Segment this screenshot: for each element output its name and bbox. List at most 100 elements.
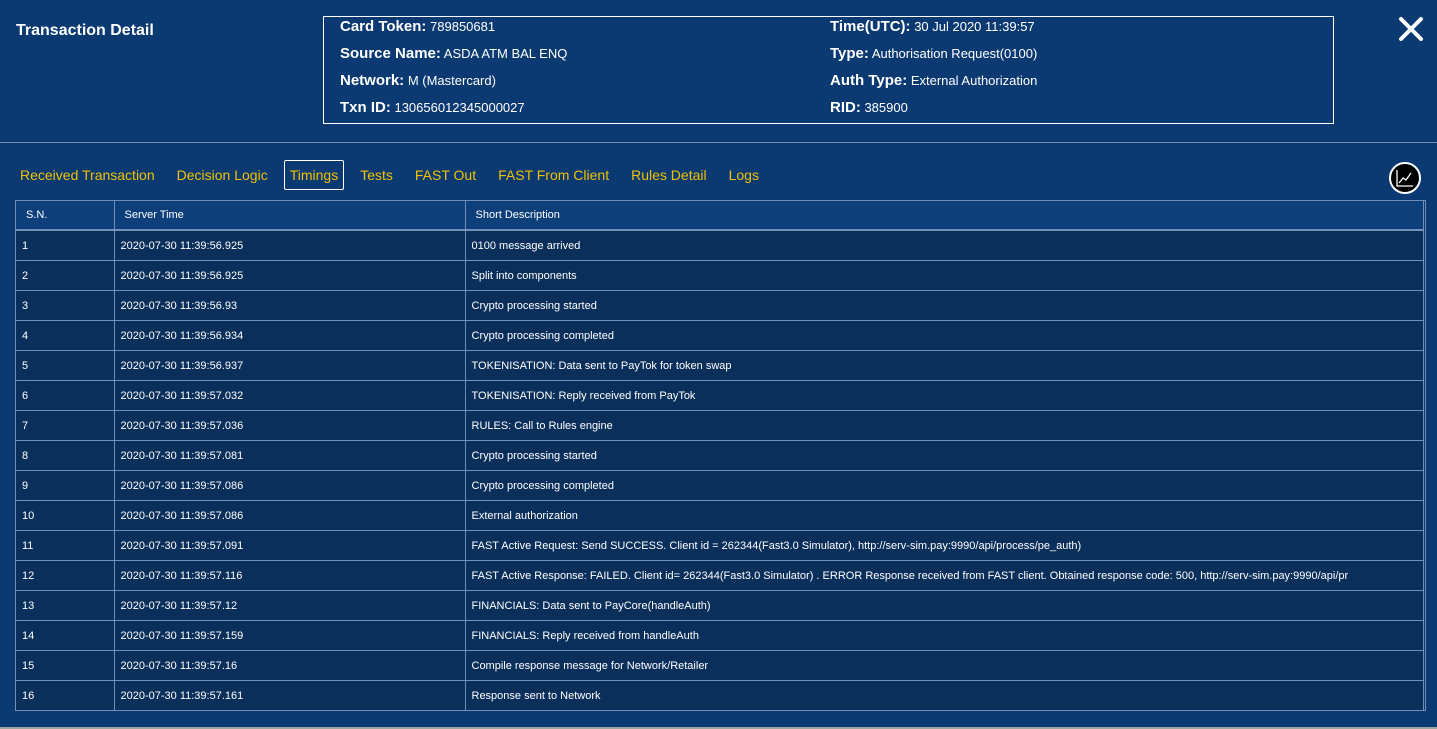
tab-logs[interactable]: Logs bbox=[723, 160, 765, 190]
auth-type-info: Auth Type: External Authorization bbox=[830, 72, 1037, 89]
cell-server-time: 2020-07-30 11:39:56.925 bbox=[114, 260, 466, 291]
chart-button[interactable] bbox=[1389, 162, 1421, 194]
timings-table: S.N. Server Time Short Description 1 2020… bbox=[16, 201, 1424, 710]
cell-sn: 15 bbox=[16, 650, 115, 681]
column-header-short-description[interactable]: Short Description bbox=[465, 201, 1424, 231]
cell-description: FINANCIALS: Reply received from handleAu… bbox=[465, 620, 1424, 651]
source-name-info: Source Name: ASDA ATM BAL ENQ bbox=[340, 45, 567, 62]
cell-description: FINANCIALS: Data sent to PayCore(handleA… bbox=[465, 590, 1424, 621]
time-value: 30 Jul 2020 11:39:57 bbox=[914, 19, 1035, 34]
table-row: 6 2020-07-30 11:39:57.032 TOKENISATION: Re… bbox=[16, 380, 1424, 411]
page-title: Transaction Detail bbox=[16, 22, 154, 39]
cell-sn: 12 bbox=[16, 560, 115, 591]
cell-sn: 2 bbox=[16, 260, 115, 291]
cell-sn: 13 bbox=[16, 590, 115, 621]
auth-type-value: External Authorization bbox=[910, 73, 1038, 88]
column-header-server-time[interactable]: Server Time bbox=[114, 201, 466, 231]
line-chart-icon bbox=[1396, 170, 1413, 187]
network-info: Network: M (Mastercard) bbox=[340, 72, 496, 89]
table-row: 15 2020-07-30 11:39:57.16 Compile response… bbox=[16, 650, 1424, 681]
cell-server-time: 2020-07-30 11:39:56.93 bbox=[114, 290, 466, 321]
tab-rules-detail[interactable]: Rules Detail bbox=[625, 160, 712, 190]
table-row: 1 2020-07-30 11:39:56.925 0100 message arr… bbox=[16, 230, 1424, 261]
table-header-row: S.N. Server Time Short Description bbox=[16, 201, 1424, 231]
cell-description: Crypto processing started bbox=[465, 290, 1424, 321]
cell-description: 0100 message arrived bbox=[465, 230, 1424, 261]
timings-table-container[interactable]: S.N. Server Time Short Description 1 2020… bbox=[15, 200, 1426, 711]
cell-sn: 1 bbox=[16, 230, 115, 261]
tab-decision-logic[interactable]: Decision Logic bbox=[171, 160, 274, 190]
cell-description: TOKENISATION: Reply received from PayTok bbox=[465, 380, 1424, 411]
cell-server-time: 2020-07-30 11:39:57.086 bbox=[114, 470, 466, 501]
cell-sn: 6 bbox=[16, 380, 115, 411]
cell-sn: 8 bbox=[16, 440, 115, 471]
table-row: 14 2020-07-30 11:39:57.159 FINANCIALS: Rep… bbox=[16, 620, 1424, 651]
header-divider bbox=[0, 142, 1437, 143]
cell-sn: 14 bbox=[16, 620, 115, 651]
cell-description: Crypto processing completed bbox=[465, 470, 1424, 501]
tab-received-transaction[interactable]: Received Transaction bbox=[14, 160, 161, 190]
tab-fast-from-client[interactable]: FAST From Client bbox=[492, 160, 615, 190]
tab-bar: Received Transaction Decision Logic Timi… bbox=[14, 158, 775, 192]
card-token-info: Card Token: 789850681 bbox=[340, 18, 495, 35]
cell-server-time: 2020-07-30 11:39:57.16 bbox=[114, 650, 466, 681]
cell-description: Response sent to Network bbox=[465, 680, 1424, 710]
source-name-label: Source Name: bbox=[340, 45, 441, 62]
cell-sn: 10 bbox=[16, 500, 115, 531]
cell-server-time: 2020-07-30 11:39:57.086 bbox=[114, 500, 466, 531]
cell-server-time: 2020-07-30 11:39:57.159 bbox=[114, 620, 466, 651]
time-info: Time(UTC): 30 Jul 2020 11:39:57 bbox=[830, 18, 1035, 35]
cell-sn: 9 bbox=[16, 470, 115, 501]
cell-server-time: 2020-07-30 11:39:57.12 bbox=[114, 590, 466, 621]
cell-server-time: 2020-07-30 11:39:56.925 bbox=[114, 230, 466, 261]
cell-server-time: 2020-07-30 11:39:57.116 bbox=[114, 560, 466, 591]
table-row: 12 2020-07-30 11:39:57.116 FAST Active Res… bbox=[16, 560, 1424, 591]
time-label: Time(UTC): bbox=[830, 18, 911, 35]
table-row: 5 2020-07-30 11:39:56.937 TOKENISATION: Da… bbox=[16, 350, 1424, 381]
cell-server-time: 2020-07-30 11:39:56.937 bbox=[114, 350, 466, 381]
network-label: Network: bbox=[340, 72, 405, 89]
cell-description: External authorization bbox=[465, 500, 1424, 531]
table-row: 4 2020-07-30 11:39:56.934 Crypto processin… bbox=[16, 320, 1424, 351]
tab-tests[interactable]: Tests bbox=[354, 160, 399, 190]
cell-sn: 4 bbox=[16, 320, 115, 351]
table-row: 3 2020-07-30 11:39:56.93 Crypto processing… bbox=[16, 290, 1424, 321]
txn-id-info: Txn ID: 130656012345000027 bbox=[340, 99, 525, 116]
cell-description: RULES: Call to Rules engine bbox=[465, 410, 1424, 441]
table-row: 2 2020-07-30 11:39:56.925 Split into compo… bbox=[16, 260, 1424, 291]
source-name-value: ASDA ATM BAL ENQ bbox=[443, 46, 568, 61]
network-value: M (Mastercard) bbox=[407, 73, 496, 88]
cell-sn: 11 bbox=[16, 530, 115, 561]
type-value: Authorisation Request(0100) bbox=[871, 46, 1038, 61]
cell-sn: 7 bbox=[16, 410, 115, 441]
card-token-label: Card Token: bbox=[340, 18, 427, 35]
header: Transaction Detail Card Token: 789850681… bbox=[0, 0, 1437, 142]
close-x-icon bbox=[1399, 17, 1423, 41]
cell-description: Crypto processing started bbox=[465, 440, 1424, 471]
txn-id-label: Txn ID: bbox=[340, 99, 391, 116]
cell-server-time: 2020-07-30 11:39:57.036 bbox=[114, 410, 466, 441]
cell-description: Crypto processing completed bbox=[465, 320, 1424, 351]
auth-type-label: Auth Type: bbox=[830, 72, 908, 89]
cell-description: FAST Active Request: Send SUCCESS. Clien… bbox=[465, 530, 1424, 561]
table-row: 13 2020-07-30 11:39:57.12 FINANCIALS: Data… bbox=[16, 590, 1424, 621]
tab-fast-out[interactable]: FAST Out bbox=[409, 160, 482, 190]
close-button[interactable] bbox=[1396, 14, 1426, 44]
tab-timings[interactable]: Timings bbox=[283, 160, 345, 190]
cell-server-time: 2020-07-30 11:39:57.081 bbox=[114, 440, 466, 471]
rid-value: 385900 bbox=[864, 100, 908, 115]
cell-sn: 3 bbox=[16, 290, 115, 321]
cell-sn: 16 bbox=[16, 680, 115, 710]
transaction-info-box: Card Token: 789850681 Source Name: ASDA … bbox=[323, 16, 1334, 124]
table-row: 7 2020-07-30 11:39:57.036 RULES: Call to R… bbox=[16, 410, 1424, 441]
rid-label: RID: bbox=[830, 99, 861, 116]
cell-description: Compile response message for Network/Ret… bbox=[465, 650, 1424, 681]
table-row: 10 2020-07-30 11:39:57.086 External author… bbox=[16, 500, 1424, 531]
cell-description: TOKENISATION: Data sent to PayTok for to… bbox=[465, 350, 1424, 381]
type-label: Type: bbox=[830, 45, 869, 62]
column-header-sn[interactable]: S.N. bbox=[16, 201, 115, 231]
cell-description: Split into components bbox=[465, 260, 1424, 291]
cell-description: FAST Active Response: FAILED. Client id=… bbox=[465, 560, 1424, 591]
cell-server-time: 2020-07-30 11:39:56.934 bbox=[114, 320, 466, 351]
cell-server-time: 2020-07-30 11:39:57.091 bbox=[114, 530, 466, 561]
